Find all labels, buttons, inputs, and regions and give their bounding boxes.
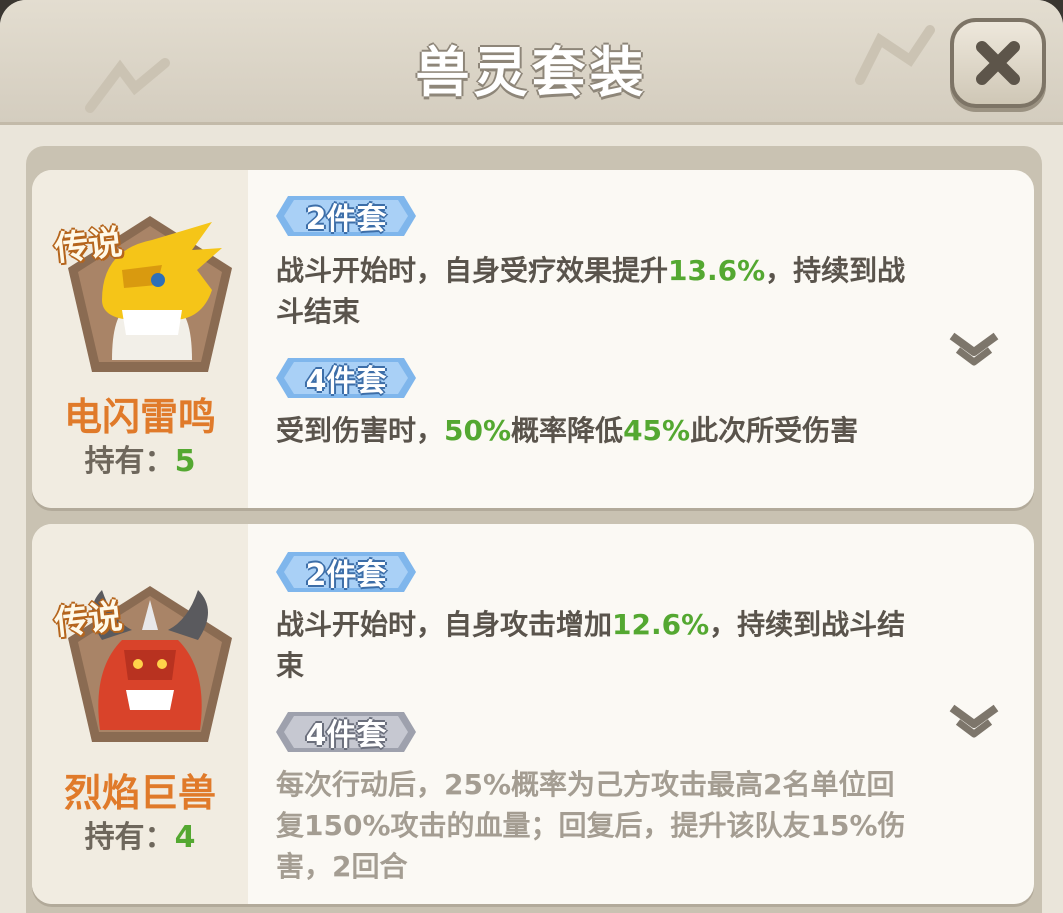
desc-value: 12.6% xyxy=(612,608,710,641)
desc-text: 受到伤害时， xyxy=(276,414,445,447)
set-list: 传说 电闪雷鸣 持有：5 2件套 战斗开始时，自身受疗效果提升13.6%，持续到… xyxy=(26,146,1042,913)
desc-text: 概率降低 xyxy=(511,414,624,447)
set-tag-2pc: 2件套 xyxy=(274,194,418,238)
rarity-label: 传说 xyxy=(52,596,125,644)
set-card-sidebar: 传说 烈焰巨兽 持有：4 xyxy=(32,524,248,904)
hold-count: 持有：4 xyxy=(32,812,248,856)
desc-text: 战斗开始时，自身攻击增加 xyxy=(276,608,613,641)
desc-value: 13.6% xyxy=(668,254,766,287)
set-tag-label: 2件套 xyxy=(305,202,387,237)
desc-text: 每次行动后，25%概率为己方攻击最高2名单位回复150%攻击的血量；回复后，提升… xyxy=(276,768,906,883)
set-bonus-desc-inactive: 每次行动后，25%概率为己方攻击最高2名单位回复150%攻击的血量；回复后，提升… xyxy=(276,764,916,887)
title-bar: 兽灵套装 xyxy=(0,0,1063,125)
set-tag-label: 2件套 xyxy=(305,558,387,593)
desc-value: 45% xyxy=(623,414,691,447)
set-card: 传说 电闪雷鸣 持有：5 2件套 战斗开始时，自身受疗效果提升13.6%，持续到… xyxy=(32,170,1034,508)
desc-value: 50% xyxy=(444,414,512,447)
beast-name: 烈焰巨兽 xyxy=(63,771,216,815)
desc-text: 战斗开始时，自身受疗效果提升 xyxy=(276,254,669,287)
set-tag-label: 4件套 xyxy=(305,364,387,399)
set-bonus-desc: 受到伤害时，50%概率降低45%此次所受伤害 xyxy=(276,410,916,451)
chevron-down-icon[interactable] xyxy=(948,700,1000,740)
set-card: 传说 烈焰巨兽 持有：4 2件套 战斗开始时，自身攻击增加12.6%，持续到战斗… xyxy=(32,524,1034,904)
close-button[interactable] xyxy=(950,18,1046,108)
page-title: 兽灵套装 xyxy=(415,41,648,104)
hold-count: 持有：5 xyxy=(32,436,248,480)
set-card-sidebar: 传说 电闪雷鸣 持有：5 xyxy=(32,170,248,508)
set-tag-2pc: 2件套 xyxy=(274,550,418,594)
chevron-down-icon[interactable] xyxy=(948,328,1000,368)
hold-label: 持有： xyxy=(84,444,175,479)
rarity-label: 传说 xyxy=(52,222,125,270)
desc-text: 此次所受伤害 xyxy=(690,414,859,447)
hold-number: 4 xyxy=(174,820,196,855)
set-bonus-desc: 战斗开始时，自身受疗效果提升13.6%，持续到战斗结束 xyxy=(276,250,916,332)
set-bonus-desc: 战斗开始时，自身攻击增加12.6%，持续到战斗结束 xyxy=(276,604,916,686)
set-tag-4pc: 4件套 xyxy=(274,356,418,400)
set-tag-4pc: 4件套 xyxy=(274,710,418,754)
close-x-icon xyxy=(976,41,1020,85)
hold-number: 5 xyxy=(174,444,196,479)
hold-label: 持有： xyxy=(84,820,175,855)
beast-set-panel: 兽灵套装 传说 电闪雷鸣 持有：5 2件套 战斗开始时，自身受疗效果提升13.6… xyxy=(0,0,1063,913)
beast-name: 电闪雷鸣 xyxy=(63,395,216,439)
set-tag-label: 4件套 xyxy=(305,718,387,753)
